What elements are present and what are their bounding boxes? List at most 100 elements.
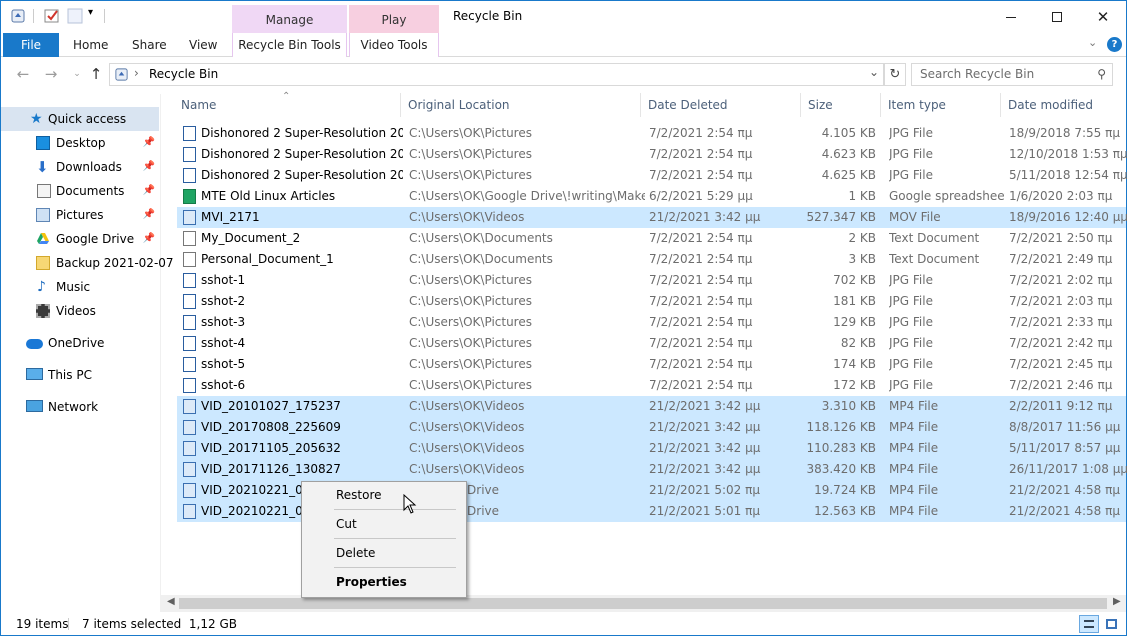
column-header-item-type[interactable]: Item type [884,93,1001,117]
cell-type: MP4 File [889,462,939,476]
cell-location: C:\Users\OK\Pictures [409,315,532,329]
sidebar-item-desktop[interactable]: Desktop 📌 [1,131,159,155]
refresh-button[interactable]: ↻ [884,63,906,86]
sidebar-item-quick-access[interactable]: ★ Quick access [1,107,159,131]
back-arrow-icon[interactable]: ← [13,64,33,84]
scroll-left-icon[interactable]: ◀ [167,596,175,607]
pin-icon[interactable]: 📌 [143,131,155,155]
table-row[interactable]: sshot-3 C:\Users\OK\Pictures 7/2/2021 2:54… [177,312,1126,333]
table-row[interactable]: sshot-1 C:\Users\OK\Pictures 7/2/2021 2:54… [177,270,1126,291]
table-row[interactable]: MTE Old Linux Articles C:\Users\OK\Google… [177,186,1126,207]
tab-view[interactable]: View [189,33,217,57]
column-header-name[interactable]: Name ⌃ [177,91,401,117]
cell-modified: 8/8/2017 11:56 μμ [1009,420,1121,434]
cell-size: 4.625 KB [821,168,876,182]
large-icons-view-button[interactable] [1102,615,1122,633]
google-drive-icon [37,233,49,244]
table-row[interactable]: Dishonored 2 Super-Resolution 201... C:\U… [177,123,1126,144]
table-row[interactable]: Personal_Document_1 C:\Users\OK\Documents… [177,249,1126,270]
cell-name: MVI_2171 [201,210,260,224]
pin-icon[interactable]: 📌 [143,227,155,251]
sidebar-item-label: Music [56,280,91,294]
sidebar-item-videos[interactable]: Videos [1,299,159,323]
column-header-date-deleted[interactable]: Date Deleted [644,93,801,117]
cell-deleted: 21/2/2021 5:01 πμ [649,504,760,518]
tab-share[interactable]: Share [132,33,167,57]
image-file-icon [183,273,196,288]
cell-modified: 1/6/2020 2:03 πμ [1009,189,1113,203]
menu-item-restore[interactable]: Restore [304,484,464,506]
sidebar-item-backup[interactable]: Backup 2021-02-07 [1,251,174,275]
address-bar[interactable]: › Recycle Bin ⌄ [109,63,884,86]
scroll-right-icon[interactable]: ▶ [1113,596,1121,607]
download-arrow-icon: ⬇ [36,158,49,176]
cell-size: 110.283 KB [806,441,876,455]
tab-video-tools[interactable]: Video Tools [349,33,439,57]
properties-check-icon[interactable] [44,8,60,24]
menu-item-delete[interactable]: Delete [304,542,464,564]
table-row[interactable]: VID_20170808_225609 C:\Users\OK\Videos 21/… [177,417,1126,438]
column-header-date-modified[interactable]: Date modified [1004,93,1124,117]
search-input[interactable]: Search Recycle Bin ⚲ [911,63,1113,86]
up-arrow-icon[interactable]: ↑ [86,64,106,84]
cell-location: C:\Users\OK\Pictures [409,336,532,350]
menu-item-properties[interactable]: Properties [304,571,464,593]
image-file-icon [183,126,196,141]
address-history-chevron-icon[interactable]: ⌄ [869,65,879,79]
cell-location: C:\Users\OK\Pictures [409,294,532,308]
tab-home[interactable]: Home [73,33,108,57]
new-folder-icon[interactable] [67,8,83,24]
customize-dropdown-icon[interactable]: ▾ [88,7,93,18]
table-row[interactable]: VID_20171126_130827 C:\Users\OK\Videos 21/… [177,459,1127,480]
tab-file[interactable]: File [3,33,59,57]
scrollbar-thumb[interactable] [179,598,1107,609]
sidebar-item-downloads[interactable]: ⬇ Downloads 📌 [1,155,159,179]
details-view-button[interactable] [1079,615,1099,633]
sidebar-item-this-pc[interactable]: This PC [1,363,159,387]
cell-size: 3.310 KB [821,399,876,413]
table-row[interactable]: VID_20101027_175237 C:\Users\OK\Videos 21/… [177,396,1126,417]
cell-deleted: 7/2/2021 2:54 πμ [649,273,753,287]
table-row[interactable]: sshot-4 C:\Users\OK\Pictures 7/2/2021 2:54… [177,333,1126,354]
cell-size: 2 KB [848,231,876,245]
pin-icon[interactable]: 📌 [143,203,155,227]
recycle-bin-icon[interactable] [10,8,26,24]
sidebar-item-google-drive[interactable]: Google Drive 📌 [1,227,159,251]
minimize-button[interactable] [988,1,1034,33]
pin-icon[interactable]: 📌 [143,155,155,179]
column-header-original-location[interactable]: Original Location [404,93,641,117]
table-row[interactable]: sshot-2 C:\Users\OK\Pictures 7/2/2021 2:54… [177,291,1126,312]
pin-icon[interactable]: 📌 [143,179,155,203]
cell-name: sshot-6 [201,378,246,392]
sidebar-item-documents[interactable]: Documents 📌 [1,179,159,203]
forward-arrow-icon[interactable]: → [41,64,61,84]
help-icon[interactable]: ? [1107,37,1122,52]
table-row[interactable]: My_Document_2 C:\Users\OK\Documents 7/2/20… [177,228,1126,249]
cell-modified: 21/2/2021 4:58 πμ [1009,504,1120,518]
maximize-button[interactable] [1034,1,1080,33]
recent-locations-chevron-icon[interactable]: ⌄ [67,64,87,84]
cell-size: 12.563 KB [814,504,876,518]
breadcrumb[interactable]: Recycle Bin [149,67,218,81]
table-row[interactable]: MVI_2171 C:\Users\OK\Videos 21/2/2021 3:42… [177,207,1127,228]
menu-item-cut[interactable]: Cut [304,513,464,535]
ribbon-expand-chevron-icon[interactable]: ⌄ [1088,36,1097,49]
video-file-icon [183,420,196,435]
table-row[interactable]: Dishonored 2 Super-Resolution 201... C:\U… [177,165,1127,186]
table-row[interactable]: Dishonored 2 Super-Resolution 201... C:\U… [177,144,1127,165]
sidebar-item-pictures[interactable]: Pictures 📌 [1,203,159,227]
table-row[interactable]: sshot-6 C:\Users\OK\Pictures 7/2/2021 2:54… [177,375,1126,396]
table-row[interactable]: VID_20171105_205632 C:\Users\OK\Videos 21/… [177,438,1126,459]
sidebar-item-label: This PC [48,368,92,382]
cell-name: VID_20171105_205632 [201,441,341,455]
sidebar-item-label: Quick access [48,112,127,126]
sidebar-item-music[interactable]: ♪ Music [1,275,159,299]
cell-deleted: 21/2/2021 3:42 μμ [649,420,761,434]
column-header-size[interactable]: Size [804,93,881,117]
sidebar-item-network[interactable]: Network [1,395,159,419]
close-button[interactable]: ✕ [1080,1,1126,33]
cell-name: sshot-3 [201,315,246,329]
table-row[interactable]: sshot-5 C:\Users\OK\Pictures 7/2/2021 2:54… [177,354,1126,375]
sidebar-item-onedrive[interactable]: OneDrive [1,331,159,355]
tab-recycle-bin-tools[interactable]: Recycle Bin Tools [232,33,347,57]
